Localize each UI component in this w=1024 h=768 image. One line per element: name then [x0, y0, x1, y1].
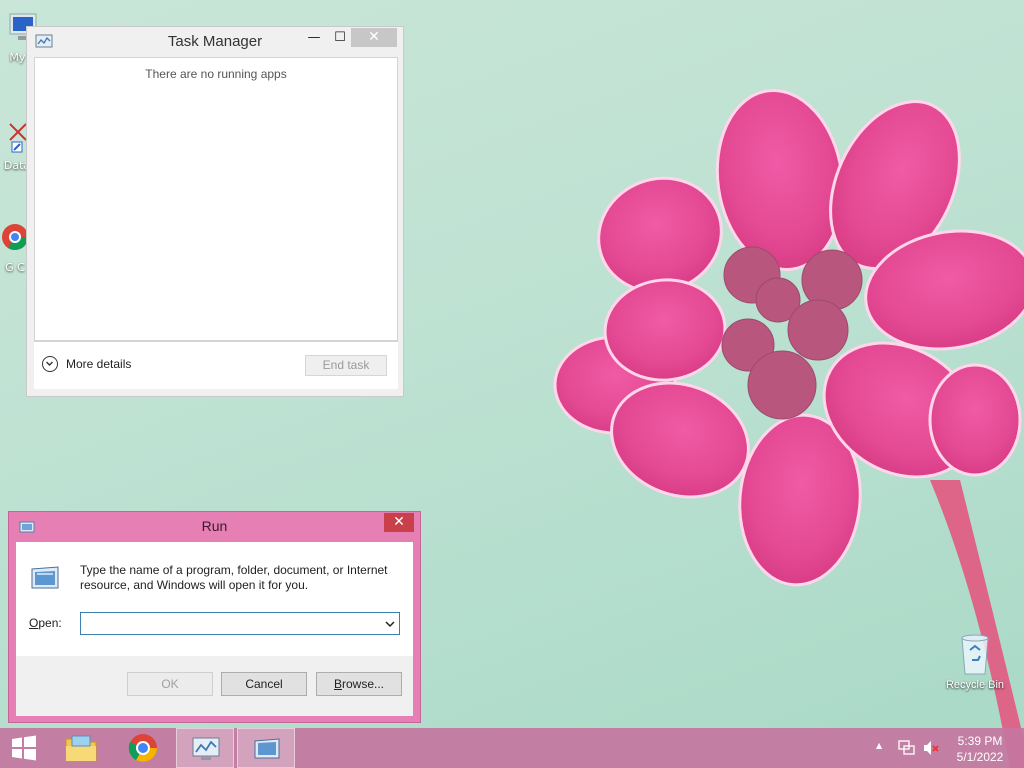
chevron-down-icon[interactable]	[383, 616, 397, 632]
chrome-icon	[128, 734, 157, 762]
cancel-button[interactable]: Cancel	[221, 672, 307, 696]
open-combobox[interactable]	[80, 612, 400, 635]
network-icon[interactable]	[898, 740, 916, 756]
taskbar-file-explorer[interactable]	[52, 728, 110, 768]
taskbar: ▲ 5:39 PM 5/1/2022	[0, 728, 1024, 768]
close-button[interactable]: ✕	[384, 513, 414, 532]
minimize-button[interactable]: —	[300, 28, 328, 48]
start-button[interactable]	[0, 728, 48, 768]
more-details-button[interactable]: More details	[42, 356, 131, 372]
taskbar-task-manager[interactable]	[176, 728, 234, 768]
desktop-icon-recycle-bin[interactable]: Recycle Bin	[940, 632, 1010, 691]
task-manager-window: Task Manager — ☐ ✕ There are no running …	[26, 26, 404, 397]
task-manager-titlebar[interactable]: Task Manager — ☐ ✕	[27, 27, 403, 57]
run-description: Type the name of a program, folder, docu…	[80, 563, 388, 592]
run-title: Run	[201, 518, 228, 534]
run-body: Type the name of a program, folder, docu…	[16, 542, 413, 656]
speaker-muted-icon[interactable]	[922, 740, 940, 756]
app-list: There are no running apps	[34, 57, 398, 341]
taskbar-run[interactable]	[237, 728, 295, 768]
folder-icon	[65, 735, 97, 762]
taskbar-chrome[interactable]	[114, 728, 172, 768]
recycle-bin-label: Recycle Bin	[945, 679, 1005, 691]
run-button-bar: OK Cancel Browse...	[16, 656, 413, 716]
browse-button[interactable]: Browse...	[316, 672, 402, 696]
clock[interactable]: 5:39 PM 5/1/2022	[950, 733, 1010, 765]
windows-logo-icon	[12, 735, 36, 761]
run-icon	[254, 738, 280, 759]
task-manager-icon	[192, 737, 220, 760]
clock-time: 5:39 PM	[957, 734, 1003, 748]
chevron-down-icon	[42, 356, 58, 372]
system-tray: ▲	[872, 728, 952, 768]
close-button[interactable]: ✕	[351, 28, 397, 47]
maximize-button[interactable]: ☐	[326, 28, 354, 48]
open-label: Open:	[29, 616, 62, 630]
show-hidden-icons-button[interactable]: ▲	[876, 741, 882, 750]
more-details-label: More details	[66, 357, 132, 371]
ok-button[interactable]: OK	[127, 672, 213, 696]
task-manager-footer: More details End task	[34, 341, 398, 389]
run-program-icon	[31, 566, 59, 589]
clock-date: 5/1/2022	[956, 750, 1004, 764]
run-dialog: Run ✕ Type the name of a program, folder…	[8, 511, 421, 723]
open-input[interactable]	[83, 615, 377, 632]
empty-message: There are no running apps	[145, 67, 287, 81]
recycle-bin-icon	[961, 634, 989, 675]
end-task-button[interactable]: End task	[305, 355, 387, 376]
